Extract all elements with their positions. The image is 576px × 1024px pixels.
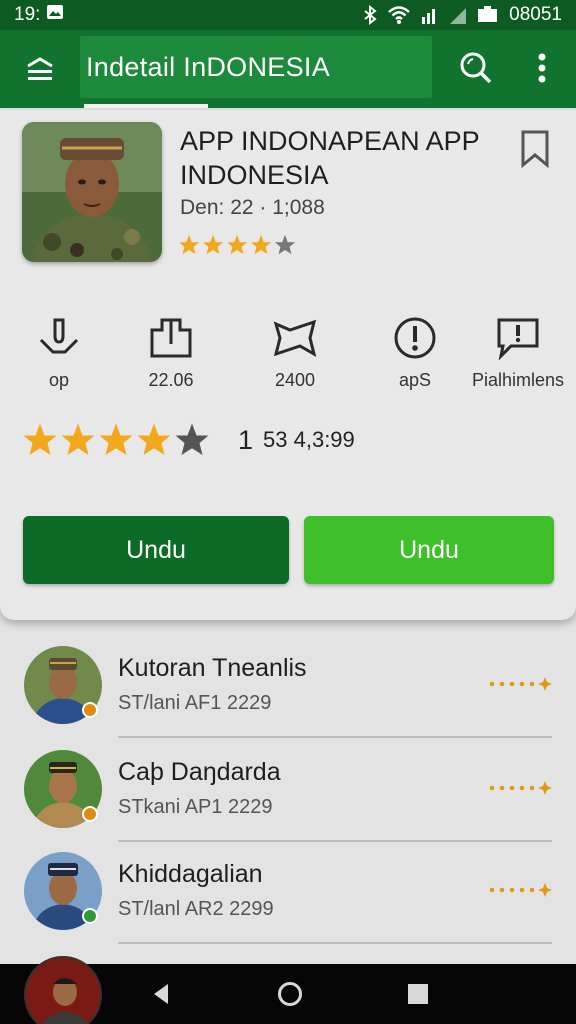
list-item-name: Caþ Daŋdarda bbox=[118, 758, 281, 786]
star-icon bbox=[226, 234, 248, 255]
list-item-subtitle: STkani AP1 2229 bbox=[118, 796, 273, 818]
list-item[interactable]: Khiddagalian ST/lanl AR2 2299 bbox=[0, 842, 576, 944]
status-badge bbox=[82, 702, 98, 718]
rating-stars bbox=[22, 422, 210, 458]
bookmark-icon bbox=[521, 130, 549, 169]
info-label: op bbox=[48, 370, 70, 390]
star-empty-icon bbox=[274, 234, 296, 255]
battery-icon bbox=[477, 6, 499, 24]
app-detail-card: APP INDONAPEAN APP INDONESIA Den: 22 · 1… bbox=[0, 110, 576, 620]
chat-head-avatar[interactable] bbox=[24, 956, 102, 1024]
app-icon[interactable] bbox=[22, 122, 162, 262]
info-item-info[interactable]: apS bbox=[360, 316, 470, 391]
menu-icon bbox=[27, 57, 53, 80]
list-item[interactable]: Kutoran Tneanlis ST/lani AF1 2229 bbox=[0, 636, 576, 738]
back-icon bbox=[154, 984, 168, 1004]
rating-summary: 1 53 4,3:99 bbox=[22, 422, 355, 458]
info-item-comments[interactable]: Pialhimlens bbox=[460, 316, 576, 391]
dotted-arrow-icon[interactable] bbox=[488, 780, 554, 796]
list-item-subtitle: ST/lani AF1 2229 bbox=[118, 692, 272, 714]
app-meta: Den: 22 · 1;088 bbox=[180, 196, 325, 219]
search-text: Indetail InDONESIA bbox=[86, 51, 331, 82]
recents-icon bbox=[408, 984, 428, 1004]
list-item-name: Khiddagalian bbox=[118, 860, 263, 888]
star-icon bbox=[23, 423, 57, 455]
comment-icon bbox=[497, 318, 539, 360]
search-icon bbox=[460, 52, 492, 84]
info-item-downloads[interactable]: op bbox=[4, 316, 114, 391]
star-icon bbox=[202, 234, 224, 255]
info-row: op 22.06 2400 apS Pialhimlens bbox=[0, 316, 576, 406]
signal-icon bbox=[421, 5, 439, 25]
star-icon bbox=[250, 234, 272, 255]
recents-button[interactable] bbox=[404, 980, 432, 1008]
home-button[interactable] bbox=[274, 978, 306, 1010]
star-icon bbox=[61, 423, 95, 455]
status-clock: 08051 bbox=[509, 4, 562, 25]
rating-big-number: 1 bbox=[238, 424, 254, 455]
app-bar: Indetail InDONESIA bbox=[0, 30, 576, 108]
download-icon bbox=[39, 318, 79, 354]
list-item-subtitle: ST/lanl AR2 2299 bbox=[118, 898, 274, 920]
status-time: 19: bbox=[14, 4, 41, 25]
list-item-name: Kutoran Tneanlis bbox=[118, 654, 307, 682]
undu-button-secondary[interactable]: Undu bbox=[304, 516, 554, 584]
more-vert-icon bbox=[538, 53, 546, 83]
signal-weak-icon bbox=[449, 5, 467, 25]
list-item[interactable]: Caþ Daŋdarda STkani AP1 2229 bbox=[0, 740, 576, 842]
search-field[interactable]: Indetail InDONESIA bbox=[80, 36, 432, 98]
star-icon bbox=[178, 234, 200, 255]
star-icon bbox=[137, 423, 171, 455]
back-button[interactable] bbox=[146, 978, 178, 1010]
menu-button[interactable] bbox=[0, 30, 80, 108]
status-badge bbox=[82, 908, 98, 924]
home-icon bbox=[278, 982, 302, 1006]
divider bbox=[118, 736, 552, 738]
wifi-icon bbox=[387, 5, 411, 25]
search-button[interactable] bbox=[452, 44, 500, 92]
star-icon bbox=[99, 423, 133, 455]
info-label: 2400 bbox=[274, 370, 316, 390]
divider bbox=[118, 942, 552, 944]
star-empty-icon bbox=[175, 423, 209, 455]
small-rating-stars bbox=[178, 234, 296, 256]
info-label: 22.06 bbox=[148, 370, 194, 390]
info-label: apS bbox=[398, 370, 432, 390]
bluetooth-icon bbox=[363, 5, 377, 25]
app-title: APP INDONAPEAN APP INDONESIA bbox=[180, 126, 480, 190]
info-icon bbox=[394, 317, 436, 359]
status-badge bbox=[82, 806, 98, 822]
more-button[interactable] bbox=[518, 44, 566, 92]
tab-indicator bbox=[84, 104, 208, 108]
rating-count: 53 4,3:99 bbox=[263, 427, 355, 452]
dotted-arrow-icon[interactable] bbox=[488, 882, 554, 898]
info-label: Pialhimlens bbox=[471, 370, 565, 390]
bookmark-outline-icon bbox=[273, 319, 317, 358]
undu-button-primary[interactable]: Undu bbox=[23, 516, 289, 584]
info-item-size[interactable]: 22.06 bbox=[116, 316, 226, 391]
info-item-installs[interactable]: 2400 bbox=[240, 316, 350, 391]
gallery-icon bbox=[46, 4, 64, 26]
size-icon bbox=[150, 318, 192, 358]
dotted-arrow-icon[interactable] bbox=[488, 676, 554, 692]
status-bar: 19: 08051 bbox=[0, 0, 576, 30]
bookmark-button[interactable] bbox=[520, 130, 556, 170]
